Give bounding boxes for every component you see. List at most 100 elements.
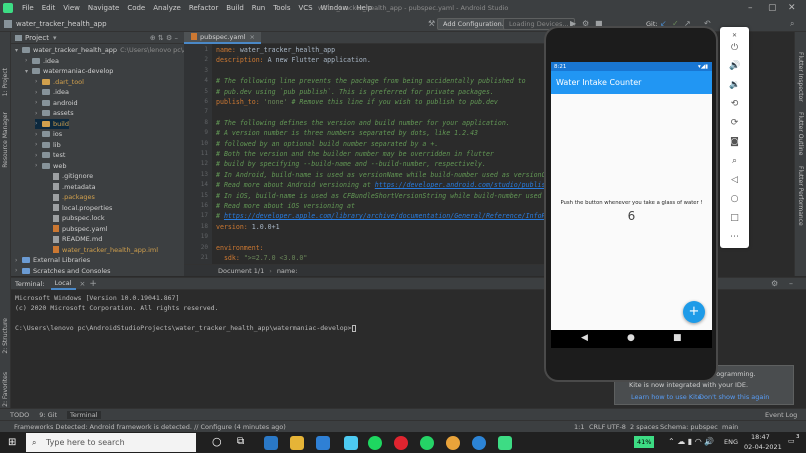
code-editor[interactable]: 1 2 3 4 5 6 7 8 9 10 11 12 13 14 15 16 17 18 19 20 21 name: … <box>184 44 546 264</box>
zoom-icon[interactable]: ⌕ <box>729 156 740 167</box>
code-line[interactable]: environment: <box>216 244 264 252</box>
hammer-icon[interactable]: ⚒ <box>428 19 435 28</box>
file-explorer-icon[interactable] <box>290 436 304 450</box>
clock-date[interactable]: 02-04-2021 <box>744 443 782 451</box>
chevron-right-icon[interactable]: › <box>35 131 42 138</box>
tree-item[interactable]: ▾ water_tracker_health_app C:\Users\lenovo… <box>15 45 202 56</box>
menu-analyze[interactable]: Analyze <box>149 4 185 12</box>
code-line[interactable]: # The following defines the version and … <box>216 119 510 127</box>
tree-item[interactable]: › .idea <box>25 56 59 67</box>
tree-item[interactable]: ▾ watermaniac-develop <box>25 66 113 77</box>
chevron-right-icon[interactable]: › <box>35 152 42 159</box>
chevron-right-icon[interactable]: › <box>35 141 42 148</box>
close-window-icon[interactable]: ✕ <box>788 3 796 13</box>
maximize-icon[interactable]: ▢ <box>768 3 777 13</box>
chevron-right-icon[interactable]: › <box>15 257 22 264</box>
tree-item[interactable]: water_tracker_health_app.iml <box>45 245 158 256</box>
chevron-right-icon[interactable]: › <box>35 78 42 85</box>
flutter-inspector-tab[interactable]: Flutter Inspector <box>797 52 804 102</box>
chevron-right-icon[interactable]: › <box>35 89 42 96</box>
code-line[interactable]: # https://developer.apple.com/library/ar… <box>216 212 546 220</box>
menu-build[interactable]: Build <box>222 4 248 12</box>
language-indicator[interactable]: ENG <box>724 438 738 446</box>
menu-vcs[interactable]: VCS <box>294 4 316 12</box>
recents-icon[interactable]: ■ <box>673 333 682 343</box>
whatsapp-icon[interactable] <box>420 436 434 450</box>
device-screen[interactable]: 8:21 ▾◢▮ Water Intake Counter Push the b… <box>551 62 712 348</box>
indent-setting[interactable]: 2 spaces <box>630 423 659 431</box>
resource-manager-tab[interactable]: Resource Manager <box>2 112 9 168</box>
tree-item[interactable]: README.md <box>45 234 102 245</box>
menu-file[interactable]: File <box>18 4 38 12</box>
code-line[interactable]: # followed by an optional build number s… <box>216 140 438 148</box>
code-line[interactable]: # Read more about iOS versioning at <box>216 202 355 210</box>
menu-run[interactable]: Run <box>248 4 269 12</box>
learn-kite-link[interactable]: Learn how to use Kite <box>631 393 702 401</box>
clock-time[interactable]: 18:47 <box>751 433 770 441</box>
volume-up-icon[interactable]: 🔊 <box>729 61 740 72</box>
android-studio-taskbar-icon[interactable] <box>498 436 512 450</box>
cortana-icon[interactable]: ○ <box>212 435 222 448</box>
code-line[interactable]: # In Android, build-name is used as vers… <box>216 171 546 179</box>
tree-item[interactable]: › assets <box>35 108 74 119</box>
document-indicator[interactable]: Document 1/1 <box>218 267 264 275</box>
back-icon[interactable]: ◁ <box>729 175 740 186</box>
tree-item[interactable]: › build <box>35 118 69 129</box>
tree-item[interactable]: › android <box>35 98 78 109</box>
tree-item[interactable]: › lib <box>35 140 61 151</box>
code-line[interactable]: # Read more about Android versioning at … <box>216 181 546 189</box>
overview-icon[interactable]: □ <box>729 213 740 224</box>
menu-edit[interactable]: Edit <box>38 4 60 12</box>
tree-item[interactable]: › ios <box>35 129 62 140</box>
screenshot-icon[interactable]: ◙ <box>729 137 740 148</box>
notification-center-icon[interactable]: ▭ <box>788 437 795 445</box>
chevron-down-icon[interactable]: ▾ <box>25 68 32 75</box>
terminal-tab[interactable]: Terminal <box>67 410 101 419</box>
code-line[interactable]: # Both the version and the builder numbe… <box>216 150 494 158</box>
chevron-right-icon[interactable]: › <box>35 110 42 117</box>
tab-local[interactable]: Local <box>50 278 76 290</box>
taskbar-search[interactable]: ⌕ Type here to search <box>26 433 196 452</box>
cloud-app-icon[interactable] <box>344 436 358 450</box>
code-line[interactable]: publish_to: 'none' # Remove this line if… <box>216 98 498 106</box>
tree-item[interactable]: .gitignore <box>45 171 93 182</box>
power-icon[interactable]: ⏻ <box>729 43 740 54</box>
spotify-icon[interactable] <box>368 436 382 450</box>
project-tool-tab[interactable]: 1: Project <box>2 68 9 96</box>
project-view-selector[interactable]: Project <box>25 34 49 42</box>
yaml-key-crumb[interactable]: name: <box>277 267 298 275</box>
json-schema[interactable]: Schema: pubspec <box>660 423 718 431</box>
chrome-icon[interactable] <box>446 436 460 450</box>
tree-item[interactable]: › test <box>35 150 65 161</box>
rotate-right-icon[interactable]: ⟳ <box>729 118 740 129</box>
add-glass-button[interactable]: + <box>683 301 705 323</box>
flutter-performance-tab[interactable]: Flutter Performance <box>797 166 804 226</box>
todo-tab[interactable]: TODO <box>10 411 29 419</box>
status-message[interactable]: Frameworks Detected: Android framework i… <box>14 423 286 431</box>
caret-position[interactable]: 1:1 <box>574 423 584 431</box>
home-icon[interactable]: ● <box>627 333 635 343</box>
close-icon[interactable]: ✕ <box>729 30 740 41</box>
breadcrumb[interactable]: water_tracker_health_app <box>12 20 107 28</box>
code-line[interactable]: description: A new Flutter application. <box>216 56 371 64</box>
l-app-icon[interactable] <box>264 436 278 450</box>
code-line[interactable]: # The following line prevents the packag… <box>216 77 526 85</box>
close-tab-icon[interactable]: × <box>250 33 255 41</box>
flutter-outline-tab[interactable]: Flutter Outline <box>797 112 804 155</box>
tree-item[interactable]: .packages <box>45 192 95 203</box>
close-tab-icon[interactable]: × <box>80 280 86 288</box>
code-line[interactable]: sdk: ">=2.7.0 <3.0.0" <box>216 254 307 262</box>
back-icon[interactable]: ◀ <box>581 333 588 343</box>
tree-item[interactable]: .metadata <box>45 182 96 193</box>
dont-show-again-link[interactable]: Don't show this again <box>699 393 769 401</box>
tray-icons[interactable]: ⌃ ☁ ▮ ◠ 🔊 <box>668 437 714 446</box>
git-branch[interactable]: main <box>722 423 738 431</box>
battery-percent[interactable]: 41% <box>634 436 655 448</box>
chevron-right-icon[interactable]: › <box>35 120 42 127</box>
tree-item[interactable]: › External Libraries <box>15 255 90 266</box>
tree-item[interactable]: local.properties <box>45 203 112 214</box>
panel-settings-icon[interactable]: ⊕ ⇅ ⚙ – <box>150 34 178 42</box>
menu-navigate[interactable]: Navigate <box>84 4 123 12</box>
code-line[interactable]: # build by specifying --build-name and -… <box>216 160 486 168</box>
code-line[interactable]: name: water_tracker_health_app <box>216 46 335 54</box>
